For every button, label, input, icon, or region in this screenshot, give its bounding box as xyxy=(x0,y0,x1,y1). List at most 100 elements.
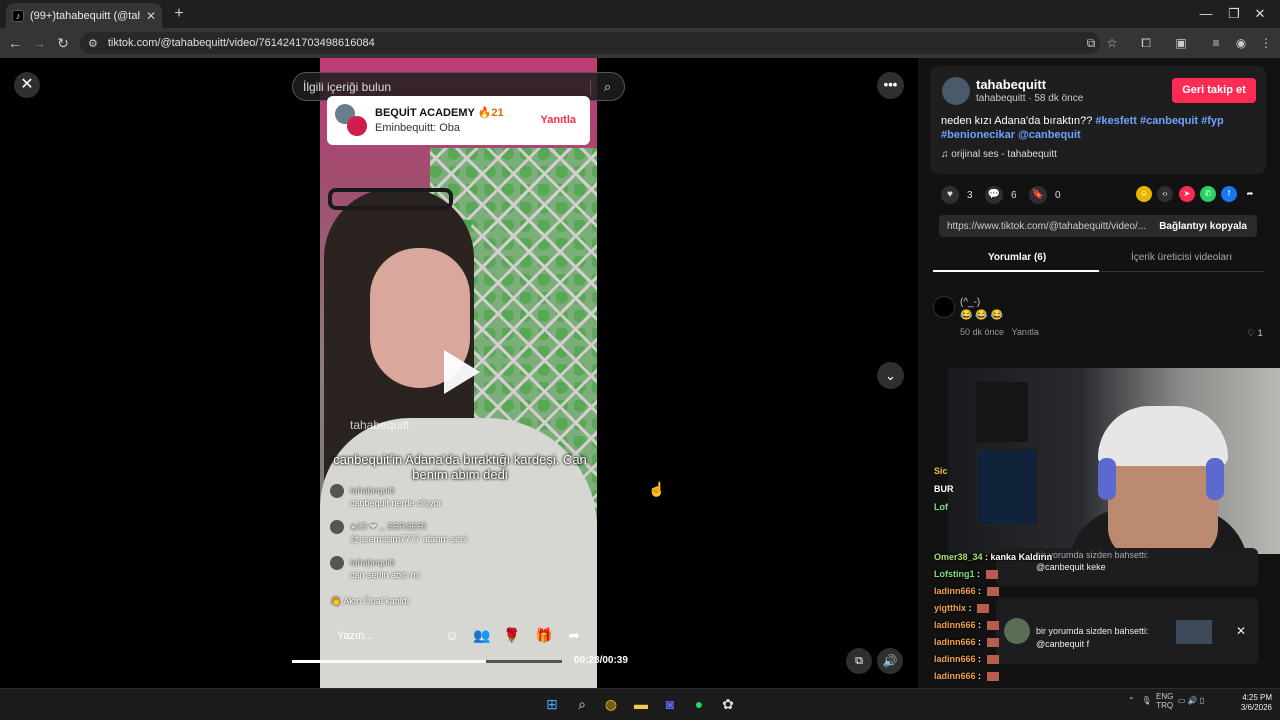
picture-in-picture-button[interactable]: ⧉ xyxy=(846,648,872,674)
comment-like-button[interactable]: ♡ 1 xyxy=(1247,328,1263,339)
comment-text: 😂 😂 😂 xyxy=(960,310,1003,321)
live-chat-line: tahabequitt canbequit nerde oluyor xyxy=(330,484,442,508)
group-name: BEQUİT ACADEMY xyxy=(375,107,475,119)
guests-icon[interactable]: 👥 xyxy=(472,625,492,645)
bookmark-star-icon[interactable]: ☆ xyxy=(1103,35,1121,51)
taskbar-search-icon[interactable]: ⌕ xyxy=(572,694,592,714)
avatar xyxy=(1004,618,1030,644)
more-options-button[interactable]: ••• xyxy=(877,72,904,99)
stream-chat-line: ladinn666 : xyxy=(934,637,999,648)
reload-icon[interactable]: ↻ xyxy=(54,34,72,52)
rose-gift-icon[interactable]: 🌹 xyxy=(502,625,522,645)
browser-tab[interactable]: ♪ (99+)tahabequitt (@tahabequit ✕ xyxy=(6,3,162,28)
next-video-button[interactable]: ⌄ xyxy=(877,362,904,389)
reading-list-icon[interactable]: ≡ xyxy=(1207,35,1225,51)
back-icon[interactable]: ← xyxy=(6,34,24,52)
emote-icon xyxy=(986,638,999,648)
emoji-icon[interactable]: ☺ xyxy=(442,625,462,645)
forward-icon[interactable]: → xyxy=(30,34,48,52)
chrome-icon[interactable]: ◍ xyxy=(601,694,621,714)
speaker-icon[interactable]: 🔊 xyxy=(1188,696,1198,705)
tab-close-icon[interactable]: ✕ xyxy=(146,9,156,23)
file-explorer-icon[interactable]: ▬ xyxy=(631,694,651,714)
share-more-icon[interactable]: ➦ xyxy=(1242,186,1258,202)
emote-icon xyxy=(986,587,999,597)
tiktok-favicon-icon: ♪ xyxy=(12,9,24,22)
author-subtitle: tahabequitt · 58 dk önce xyxy=(976,93,1084,104)
notification-reply-button[interactable]: Yanıtla xyxy=(541,114,576,126)
commenter-avatar[interactable] xyxy=(933,296,955,318)
chat-username: Omer38_34 xyxy=(934,552,983,562)
like-button[interactable]: ♥ 3 xyxy=(941,186,973,204)
tab-title: (99+)tahabequitt (@tahabequit xyxy=(30,9,140,22)
stream-chat-partial: BUR xyxy=(934,484,954,494)
comment-reply-button[interactable]: Yanıtla xyxy=(1012,327,1039,337)
discord-icon[interactable]: ◙ xyxy=(660,694,680,714)
follow-back-button[interactable]: Geri takip et xyxy=(1172,78,1256,103)
install-app-icon[interactable]: ⧉ xyxy=(1082,35,1100,51)
live-comment-input[interactable]: Yazın... xyxy=(337,630,373,642)
browser-menu-icon[interactable]: ⋮ xyxy=(1257,35,1275,51)
stream-chat-line: ladinn666 : xyxy=(934,586,999,597)
group-avatar xyxy=(335,104,367,136)
search-icon[interactable]: ⌕ xyxy=(590,78,624,95)
whatsapp-icon[interactable]: ✆ xyxy=(1200,186,1216,202)
spotify-icon[interactable]: ● xyxy=(689,694,709,714)
extensions-icon[interactable]: ⧠ xyxy=(1137,35,1155,51)
tab-creator-videos[interactable]: İçerik üreticisi videoları xyxy=(1131,252,1232,263)
live-chat-line: ◈23 ❤ ,, SERSERİ @usermisim7777 atarım s… xyxy=(330,520,467,544)
facebook-icon[interactable]: f xyxy=(1221,186,1237,202)
video-player[interactable]: tahabequitt canbequit'in Adana'da bırakt… xyxy=(320,58,597,688)
join-message: 👋 Akın Önal katıldı xyxy=(330,596,410,606)
comment-icon: 💬 xyxy=(985,186,1003,204)
toast-close-icon[interactable]: ✕ xyxy=(1236,624,1246,638)
battery-icon[interactable]: ▯ xyxy=(1200,696,1204,705)
repost-icon[interactable]: ☺ xyxy=(1136,186,1152,202)
author-name[interactable]: tahabequitt xyxy=(976,77,1046,92)
emote-icon xyxy=(986,672,999,682)
comment-button[interactable]: 💬 6 xyxy=(985,186,1017,204)
system-tray[interactable]: ⌃ 🎙 ENG TRQ ▭ 🔊 ▯ xyxy=(1128,692,1204,710)
send-icon[interactable]: ➤ xyxy=(1179,186,1195,202)
headphones-left xyxy=(1098,458,1116,500)
search-input[interactable]: İlgili içeriği bulun xyxy=(303,80,590,94)
mic-icon[interactable]: 🎙 xyxy=(1141,696,1151,705)
site-info-icon[interactable]: ⚙ xyxy=(88,37,98,50)
post-description: neden kızı Adana'da bıraktın?? #kesfett … xyxy=(941,115,1224,141)
chat-username: ladinn666 xyxy=(934,586,976,596)
share-arrow-icon[interactable]: ➦ xyxy=(564,625,584,645)
browser-tab-bar xyxy=(0,0,1280,28)
chat-username: ladinn666 xyxy=(934,620,976,630)
app-icon[interactable]: ✿ xyxy=(718,694,738,714)
address-bar[interactable]: ⚙ tiktok.com/@tahabequitt/video/76142417… xyxy=(80,32,1100,54)
gift-icon[interactable]: 🎁 xyxy=(534,625,554,645)
chat-username: Lofsting1 xyxy=(934,569,975,579)
tray-chevron-icon[interactable]: ⌃ xyxy=(1128,696,1135,705)
network-icon[interactable]: ▭ xyxy=(1178,696,1186,705)
author-avatar[interactable] xyxy=(942,77,970,105)
commenter-name[interactable]: (^_-) xyxy=(960,297,980,308)
play-icon[interactable] xyxy=(444,350,480,394)
taskbar-clock[interactable]: 4:25 PM 3/6/2026 xyxy=(1230,693,1272,713)
volume-button[interactable]: 🔊 xyxy=(877,648,903,674)
embed-icon[interactable]: ‹› xyxy=(1157,186,1173,202)
emote-icon xyxy=(977,604,990,614)
profile-avatar-icon[interactable]: ◉ xyxy=(1232,35,1250,51)
input-language[interactable]: ENG TRQ xyxy=(1156,692,1173,710)
tab-comments[interactable]: Yorumlar (6) xyxy=(988,252,1046,263)
bookmark-icon: 🔖 xyxy=(1029,186,1047,204)
music-line[interactable]: ♫ orijinal ses - tahabequitt xyxy=(941,149,1057,160)
new-tab-button[interactable]: + xyxy=(170,5,188,23)
avatar xyxy=(330,556,344,570)
stream-chat-line: Omer38_34 : kanka Kaldırın xyxy=(934,552,1053,562)
copy-link-button[interactable]: Bağlantıyı kopyala xyxy=(1149,221,1257,232)
save-button[interactable]: 🔖 0 xyxy=(1029,186,1061,204)
windows-start-icon[interactable]: ⊞ xyxy=(542,694,562,714)
video-thumbnail xyxy=(1176,620,1212,644)
split-view-icon[interactable]: ▣ xyxy=(1172,35,1190,51)
window-close-button[interactable]: ✕ xyxy=(1240,4,1280,24)
post-link[interactable]: https://www.tiktok.com/@tahabequitt/vide… xyxy=(947,221,1149,232)
group-message-notification[interactable]: BEQUİT ACADEMY 🔥21 Eminbequitt: Oba Yanı… xyxy=(327,96,590,145)
mention-toast[interactable]: bir yorumda sizden bahsetti: @canbequit … xyxy=(996,598,1258,664)
close-video-button[interactable]: ✕ xyxy=(14,72,40,98)
